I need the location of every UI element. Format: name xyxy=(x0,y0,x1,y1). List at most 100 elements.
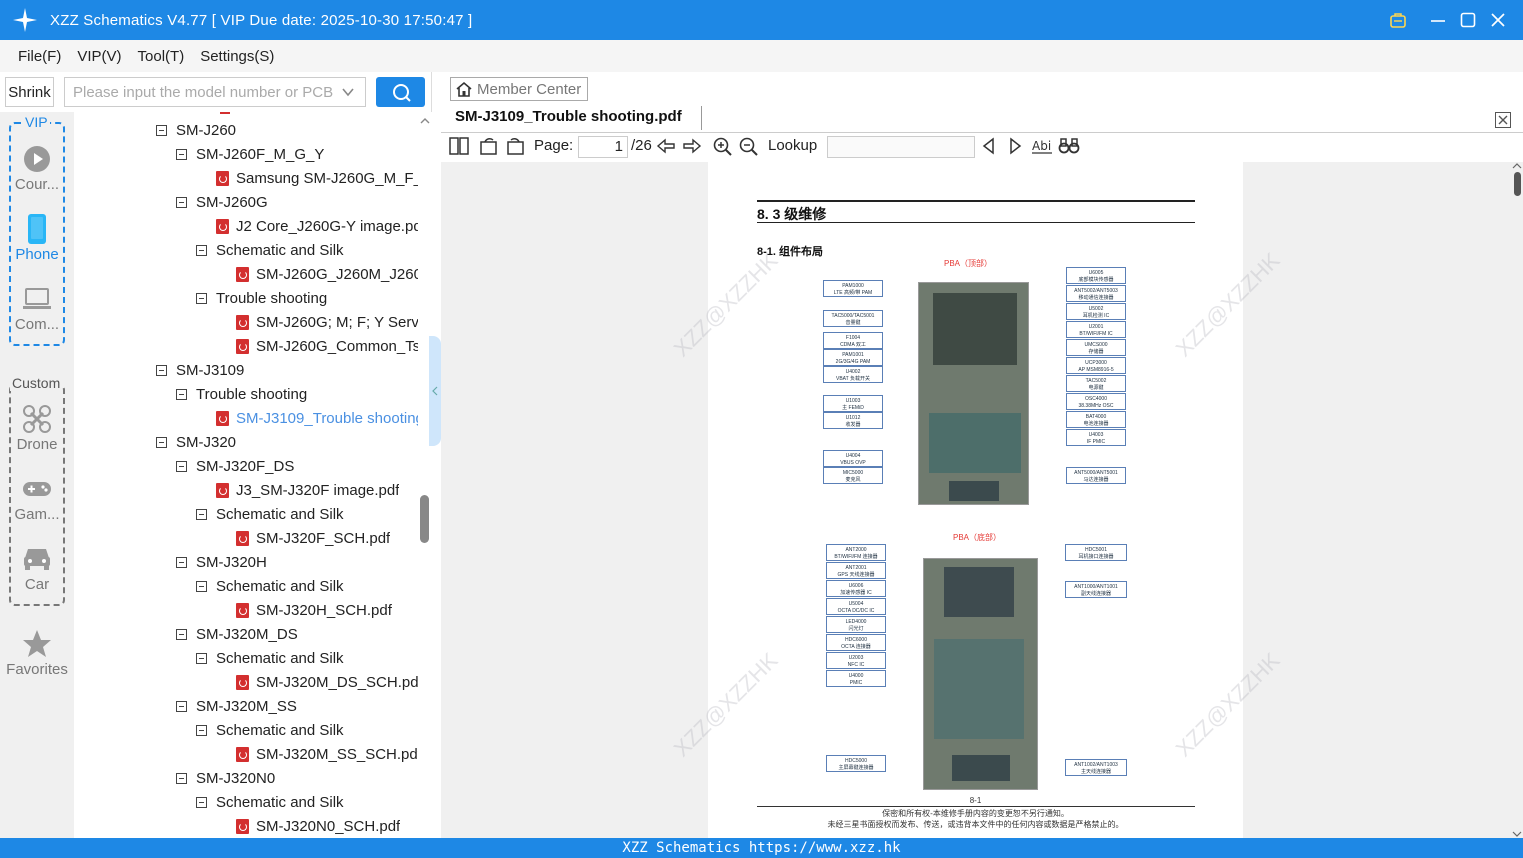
collapse-icon[interactable] xyxy=(196,652,207,664)
collapse-icon[interactable] xyxy=(176,772,187,784)
tree-file-item[interactable]: SM-J320H_SCH.pdf xyxy=(236,598,392,622)
component-label: U2003 NFC IC xyxy=(826,652,886,669)
page-number-input[interactable]: 1 xyxy=(578,136,628,158)
collapse-icon[interactable] xyxy=(196,796,207,808)
tree-folder-item[interactable]: SM-J320F_DS xyxy=(176,454,294,478)
sidebar-item-phone[interactable]: Phone xyxy=(0,212,74,263)
tree-folder-item[interactable]: SM-J320M_SS xyxy=(176,694,297,718)
rotate-left-icon[interactable] xyxy=(479,137,499,155)
shrink-button[interactable]: Shrink xyxy=(5,77,54,107)
maximize-button[interactable] xyxy=(1453,0,1483,40)
tree-folder-item[interactable]: Trouble shooting xyxy=(176,382,307,406)
viewer-scrollbar[interactable] xyxy=(1511,162,1523,838)
rotate-right-icon[interactable] xyxy=(505,137,525,155)
sidebar-item-drone[interactable]: Drone xyxy=(0,402,74,453)
tree-file-item[interactable]: J3_SM-J320F image.pdf xyxy=(216,478,399,502)
tree-item-label: SM-J260 xyxy=(176,121,237,139)
menu-file[interactable]: File(F) xyxy=(18,48,61,65)
collapse-icon[interactable] xyxy=(176,700,187,712)
tree-folder-item[interactable]: SM-J260F_M_G_Y xyxy=(176,142,324,166)
minimize-button[interactable] xyxy=(1423,0,1453,40)
tree-file-item[interactable]: SM-J320N0_SCH.pdf xyxy=(236,814,400,838)
tree-folder-item[interactable]: Schematic and Silk xyxy=(196,718,344,742)
tree-file-item[interactable]: SM-J260G; M; F; Y Servic xyxy=(236,310,418,334)
collapse-icon[interactable] xyxy=(176,628,187,640)
match-case-icon[interactable]: Abi xyxy=(1031,137,1053,155)
collapse-icon[interactable] xyxy=(196,580,207,592)
lookup-input[interactable] xyxy=(827,136,975,158)
member-center-button[interactable]: Member Center xyxy=(450,77,588,101)
pcb-bottom-photo xyxy=(923,558,1038,790)
previous-page-icon[interactable] xyxy=(656,137,676,155)
tree-folder-item[interactable]: SM-J320N0 xyxy=(176,766,275,790)
collapse-icon[interactable] xyxy=(156,124,167,136)
sidebar-item-label: Gam... xyxy=(14,506,60,523)
menu-vip[interactable]: VIP(V) xyxy=(77,48,121,65)
collapse-icon[interactable] xyxy=(196,724,207,736)
tree-folder-item[interactable]: SM-J320 xyxy=(156,430,236,454)
find-next-icon[interactable] xyxy=(1007,137,1023,155)
two-page-view-icon[interactable] xyxy=(449,137,469,155)
tree-file-item[interactable]: SM-J260G_J260M_J260F_J xyxy=(236,262,418,286)
search-button[interactable] xyxy=(376,77,425,107)
collapse-panel-handle[interactable] xyxy=(429,336,441,446)
tree-scrollbar[interactable] xyxy=(418,112,432,838)
tree-file-item[interactable]: SM-J320M_DS_SCH.pdf xyxy=(236,670,418,694)
tree-scroll-thumb[interactable] xyxy=(420,495,429,543)
tree-folder-item[interactable]: Schematic and Silk xyxy=(196,502,344,526)
zoom-in-icon[interactable] xyxy=(713,137,733,157)
collapse-icon[interactable] xyxy=(176,556,187,568)
collapse-icon[interactable] xyxy=(196,508,207,520)
collapse-icon[interactable] xyxy=(196,292,207,304)
menu-tool[interactable]: Tool(T) xyxy=(138,48,185,65)
tree-folder-item[interactable]: SM-J320H xyxy=(176,550,267,574)
sidebar-item-courses[interactable]: Cour... xyxy=(0,142,74,193)
collapse-icon[interactable] xyxy=(156,364,167,376)
tree-file-item[interactable]: SM-J320M_SS_SCH.pdf xyxy=(236,742,418,766)
sidebar-item-games[interactable]: Gam... xyxy=(0,472,74,523)
tree-file-item[interactable]: SM-J260G_Common_Tshc xyxy=(236,334,418,358)
tree-folder-item[interactable]: Trouble shooting xyxy=(196,286,327,310)
tree-folder-item[interactable]: Schematic and Silk xyxy=(196,646,344,670)
search-input[interactable]: Please input the model number or PCB xyxy=(64,77,366,107)
vip-bag-icon[interactable] xyxy=(1383,0,1413,40)
tree-file-item[interactable]: SM-J320F_SCH.pdf xyxy=(236,526,390,550)
drone-icon xyxy=(0,402,74,436)
sidebar-item-car[interactable]: Car xyxy=(0,542,74,593)
tree-item-label: Schematic and Silk xyxy=(216,577,344,595)
binoculars-icon[interactable] xyxy=(1058,137,1080,155)
next-page-icon[interactable] xyxy=(682,137,702,155)
tree-folder-item[interactable]: SM-J320M_DS xyxy=(176,622,298,646)
find-previous-icon[interactable] xyxy=(981,137,997,155)
chevron-down-icon[interactable] xyxy=(341,85,355,103)
tree-item-label: SM-J320N0 xyxy=(196,769,276,787)
tree-folder-item[interactable]: Schematic and Silk xyxy=(196,574,344,598)
sidebar-item-favorites[interactable]: Favorites xyxy=(0,627,74,678)
pdf-viewer[interactable]: 8. 3 级维修 8-1. 组件布局 PBA（顶部） PBA（底部） 8-1 保… xyxy=(441,162,1523,838)
tree-file-item[interactable]: J2 Core_J260G-Y image.pdf xyxy=(216,214,418,238)
collapse-icon[interactable] xyxy=(176,460,187,472)
tree-folder-item[interactable]: Schematic and Silk xyxy=(196,790,344,814)
sidebar-item-computer[interactable]: Com... xyxy=(0,282,74,333)
menu-settings[interactable]: Settings(S) xyxy=(200,48,274,65)
tab-document[interactable]: SM-J3109_Trouble shooting.pdf xyxy=(455,108,682,125)
collapse-icon[interactable] xyxy=(176,388,187,400)
tree-folder-item[interactable]: Schematic and Silk xyxy=(196,238,344,262)
collapse-icon[interactable] xyxy=(196,244,207,256)
sidebar-item-label: Phone xyxy=(15,246,59,263)
component-label: U5002 耳机检测 IC xyxy=(1066,303,1126,320)
tree-folder-item[interactable]: SM-J3109 xyxy=(156,358,244,382)
tree-folder-item[interactable]: SM-J260 xyxy=(156,118,236,142)
pdf-icon xyxy=(236,338,249,354)
svg-text:Abi: Abi xyxy=(1032,139,1051,153)
close-tab-icon[interactable] xyxy=(1495,112,1511,128)
tree-file-item[interactable]: Samsung SM-J260G_M_F_Y s xyxy=(216,166,418,190)
viewer-scroll-thumb[interactable] xyxy=(1514,172,1521,196)
collapse-icon[interactable] xyxy=(176,196,187,208)
tree-file-item[interactable]: SM-J3109_Trouble shooting. xyxy=(216,406,418,430)
collapse-icon[interactable] xyxy=(156,436,167,448)
collapse-icon[interactable] xyxy=(176,148,187,160)
close-button[interactable] xyxy=(1483,0,1513,40)
zoom-out-icon[interactable] xyxy=(739,137,759,157)
tree-folder-item[interactable]: SM-J260G xyxy=(176,190,268,214)
